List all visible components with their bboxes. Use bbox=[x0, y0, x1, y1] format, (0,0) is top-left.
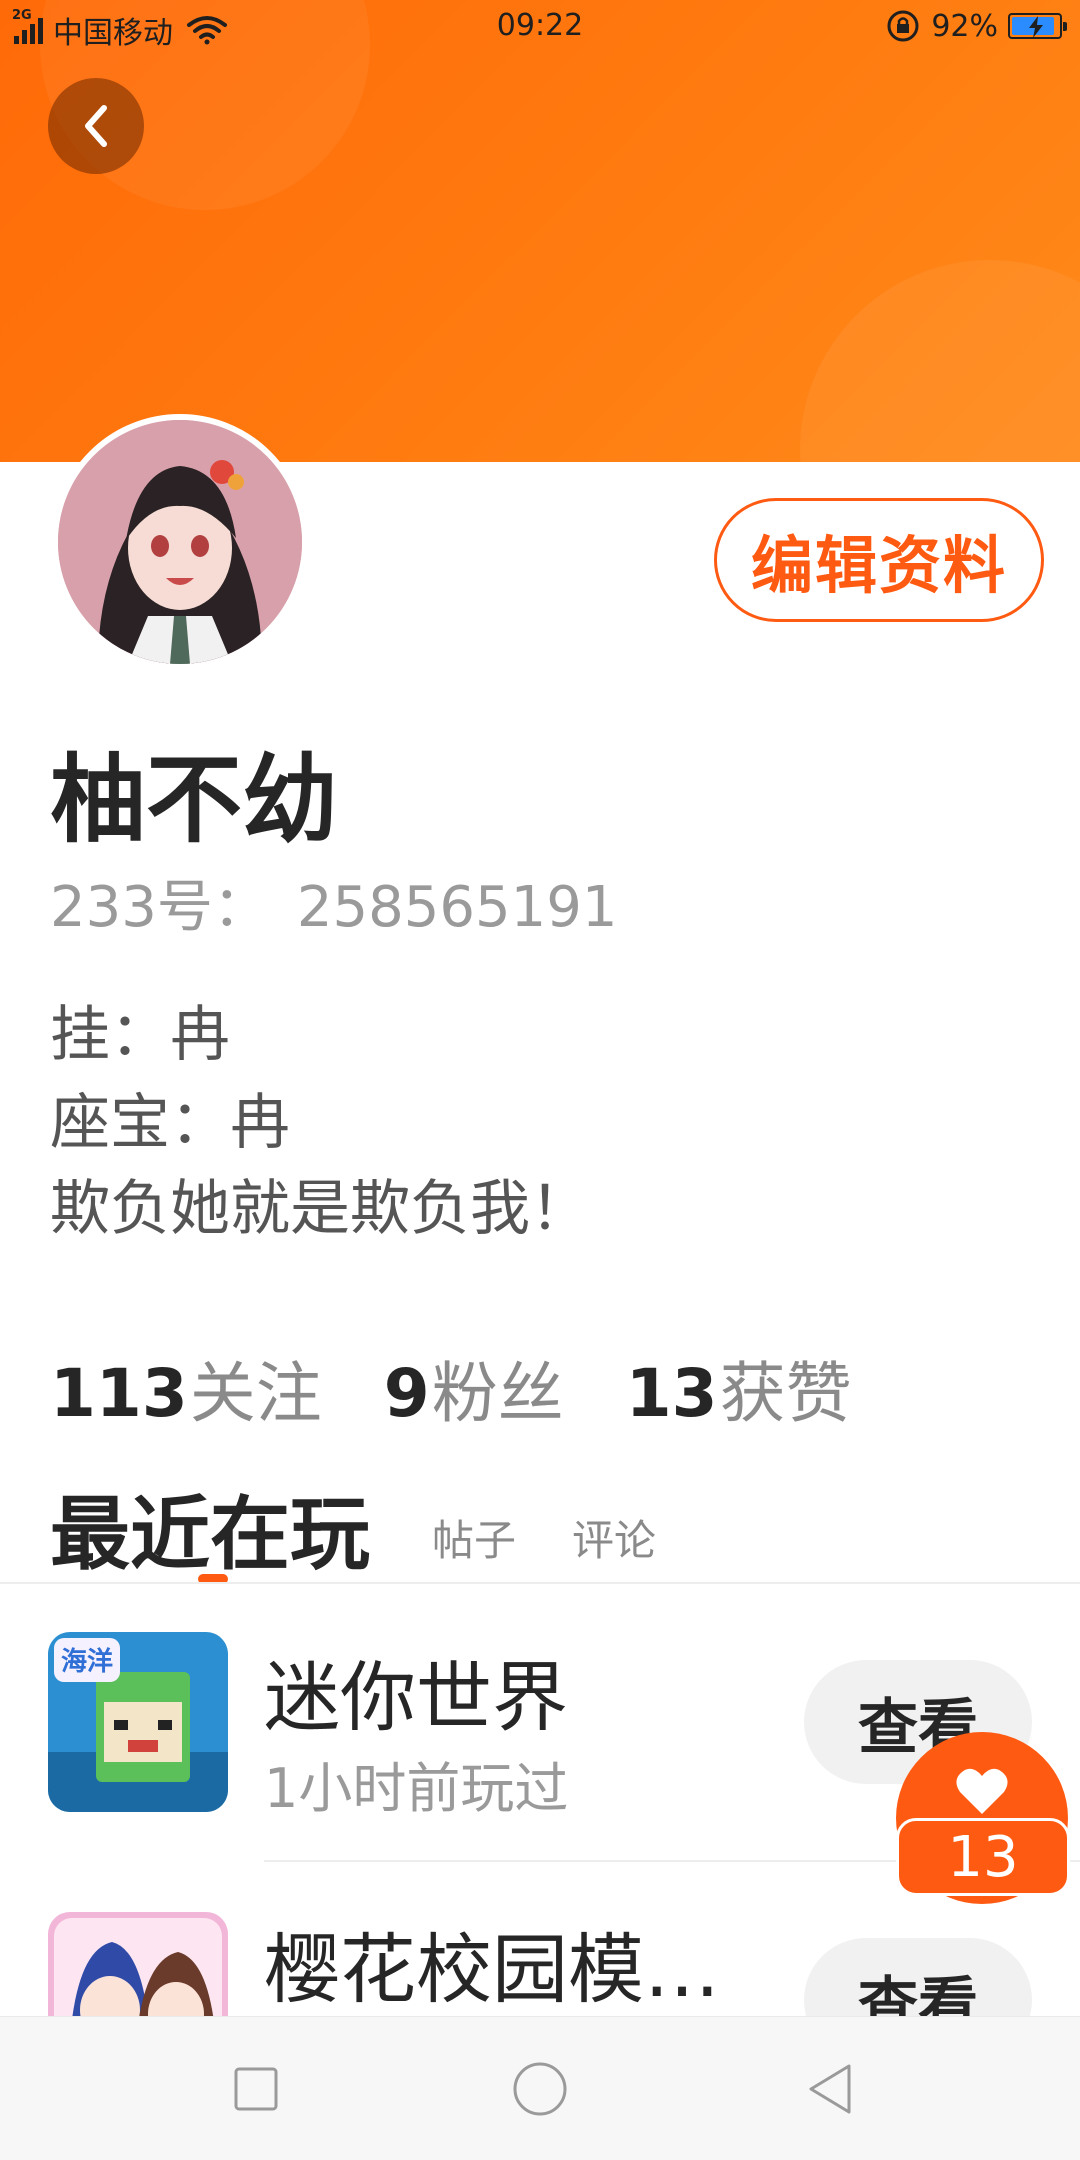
square-icon bbox=[234, 2067, 278, 2111]
bio-line: 挂：冉 bbox=[50, 1000, 230, 1070]
game-last-played: 1小时前玩过 bbox=[264, 1757, 569, 1820]
stat-value: 9 bbox=[383, 1355, 430, 1432]
battery-percent: 92% bbox=[931, 8, 998, 44]
battery-icon bbox=[1008, 13, 1067, 39]
profile-stats: 113 关注 9 粉丝 13 获赞 bbox=[50, 1340, 852, 1436]
status-bar: 2G 中国移动 09:22 92% bbox=[0, 0, 1080, 56]
tab-comments[interactable]: 评论 bbox=[572, 1507, 656, 1586]
recent-apps-button[interactable] bbox=[226, 2059, 286, 2119]
system-nav-bar bbox=[0, 2016, 1080, 2160]
stat-following[interactable]: 113 关注 bbox=[50, 1340, 322, 1436]
stat-label: 粉丝 bbox=[431, 1355, 564, 1432]
triangle-back-icon bbox=[809, 2064, 851, 2114]
stat-value: 13 bbox=[625, 1355, 718, 1432]
tab-label: 最近在玩 bbox=[50, 1488, 370, 1581]
game-title: 迷你世界 bbox=[264, 1653, 568, 1742]
profile-header-background bbox=[0, 0, 1080, 462]
decor-circle bbox=[800, 260, 1080, 462]
divider bbox=[0, 1582, 1080, 1584]
back-nav-button[interactable] bbox=[800, 2059, 860, 2119]
stat-likes[interactable]: 13 获赞 bbox=[626, 1340, 852, 1436]
stat-label: 获赞 bbox=[719, 1355, 852, 1432]
stat-followers[interactable]: 9 粉丝 bbox=[384, 1340, 564, 1436]
user-id: 233号： 258565191 bbox=[50, 862, 618, 943]
username: 柚不幼 bbox=[50, 744, 338, 856]
avatar-image bbox=[58, 420, 302, 664]
tab-posts[interactable]: 帖子 bbox=[432, 1507, 516, 1586]
game-title: 樱花校园模… bbox=[264, 1925, 720, 2014]
circle-icon bbox=[513, 2062, 567, 2116]
avatar[interactable] bbox=[52, 414, 308, 670]
game-icon-text: 海洋 bbox=[61, 1646, 113, 1677]
stat-label: 关注 bbox=[189, 1355, 322, 1432]
edit-profile-button[interactable]: 编辑资料 bbox=[714, 498, 1044, 622]
bio-line: 欺负她就是欺负我！ bbox=[50, 1174, 590, 1244]
profile-tabs: 最近在玩 帖子 评论 bbox=[50, 1470, 656, 1586]
game-icon bbox=[48, 1912, 228, 2016]
stat-value: 113 bbox=[50, 1355, 188, 1432]
user-id-label: 233号： bbox=[50, 875, 269, 940]
back-button[interactable] bbox=[48, 78, 144, 174]
rotation-lock-icon bbox=[887, 10, 919, 42]
chevron-left-icon bbox=[85, 105, 107, 147]
user-id-value: 258565191 bbox=[296, 875, 618, 940]
heart-icon bbox=[956, 1768, 1008, 1814]
game-icon: 海洋 bbox=[48, 1632, 228, 1812]
view-button[interactable]: 查看 bbox=[804, 1938, 1032, 2016]
bio-line: 座宝：冉 bbox=[50, 1088, 290, 1158]
like-count-badge: 13 bbox=[896, 1818, 1070, 1896]
tab-recently-played[interactable]: 最近在玩 bbox=[50, 1470, 370, 1586]
home-button[interactable] bbox=[510, 2059, 570, 2119]
